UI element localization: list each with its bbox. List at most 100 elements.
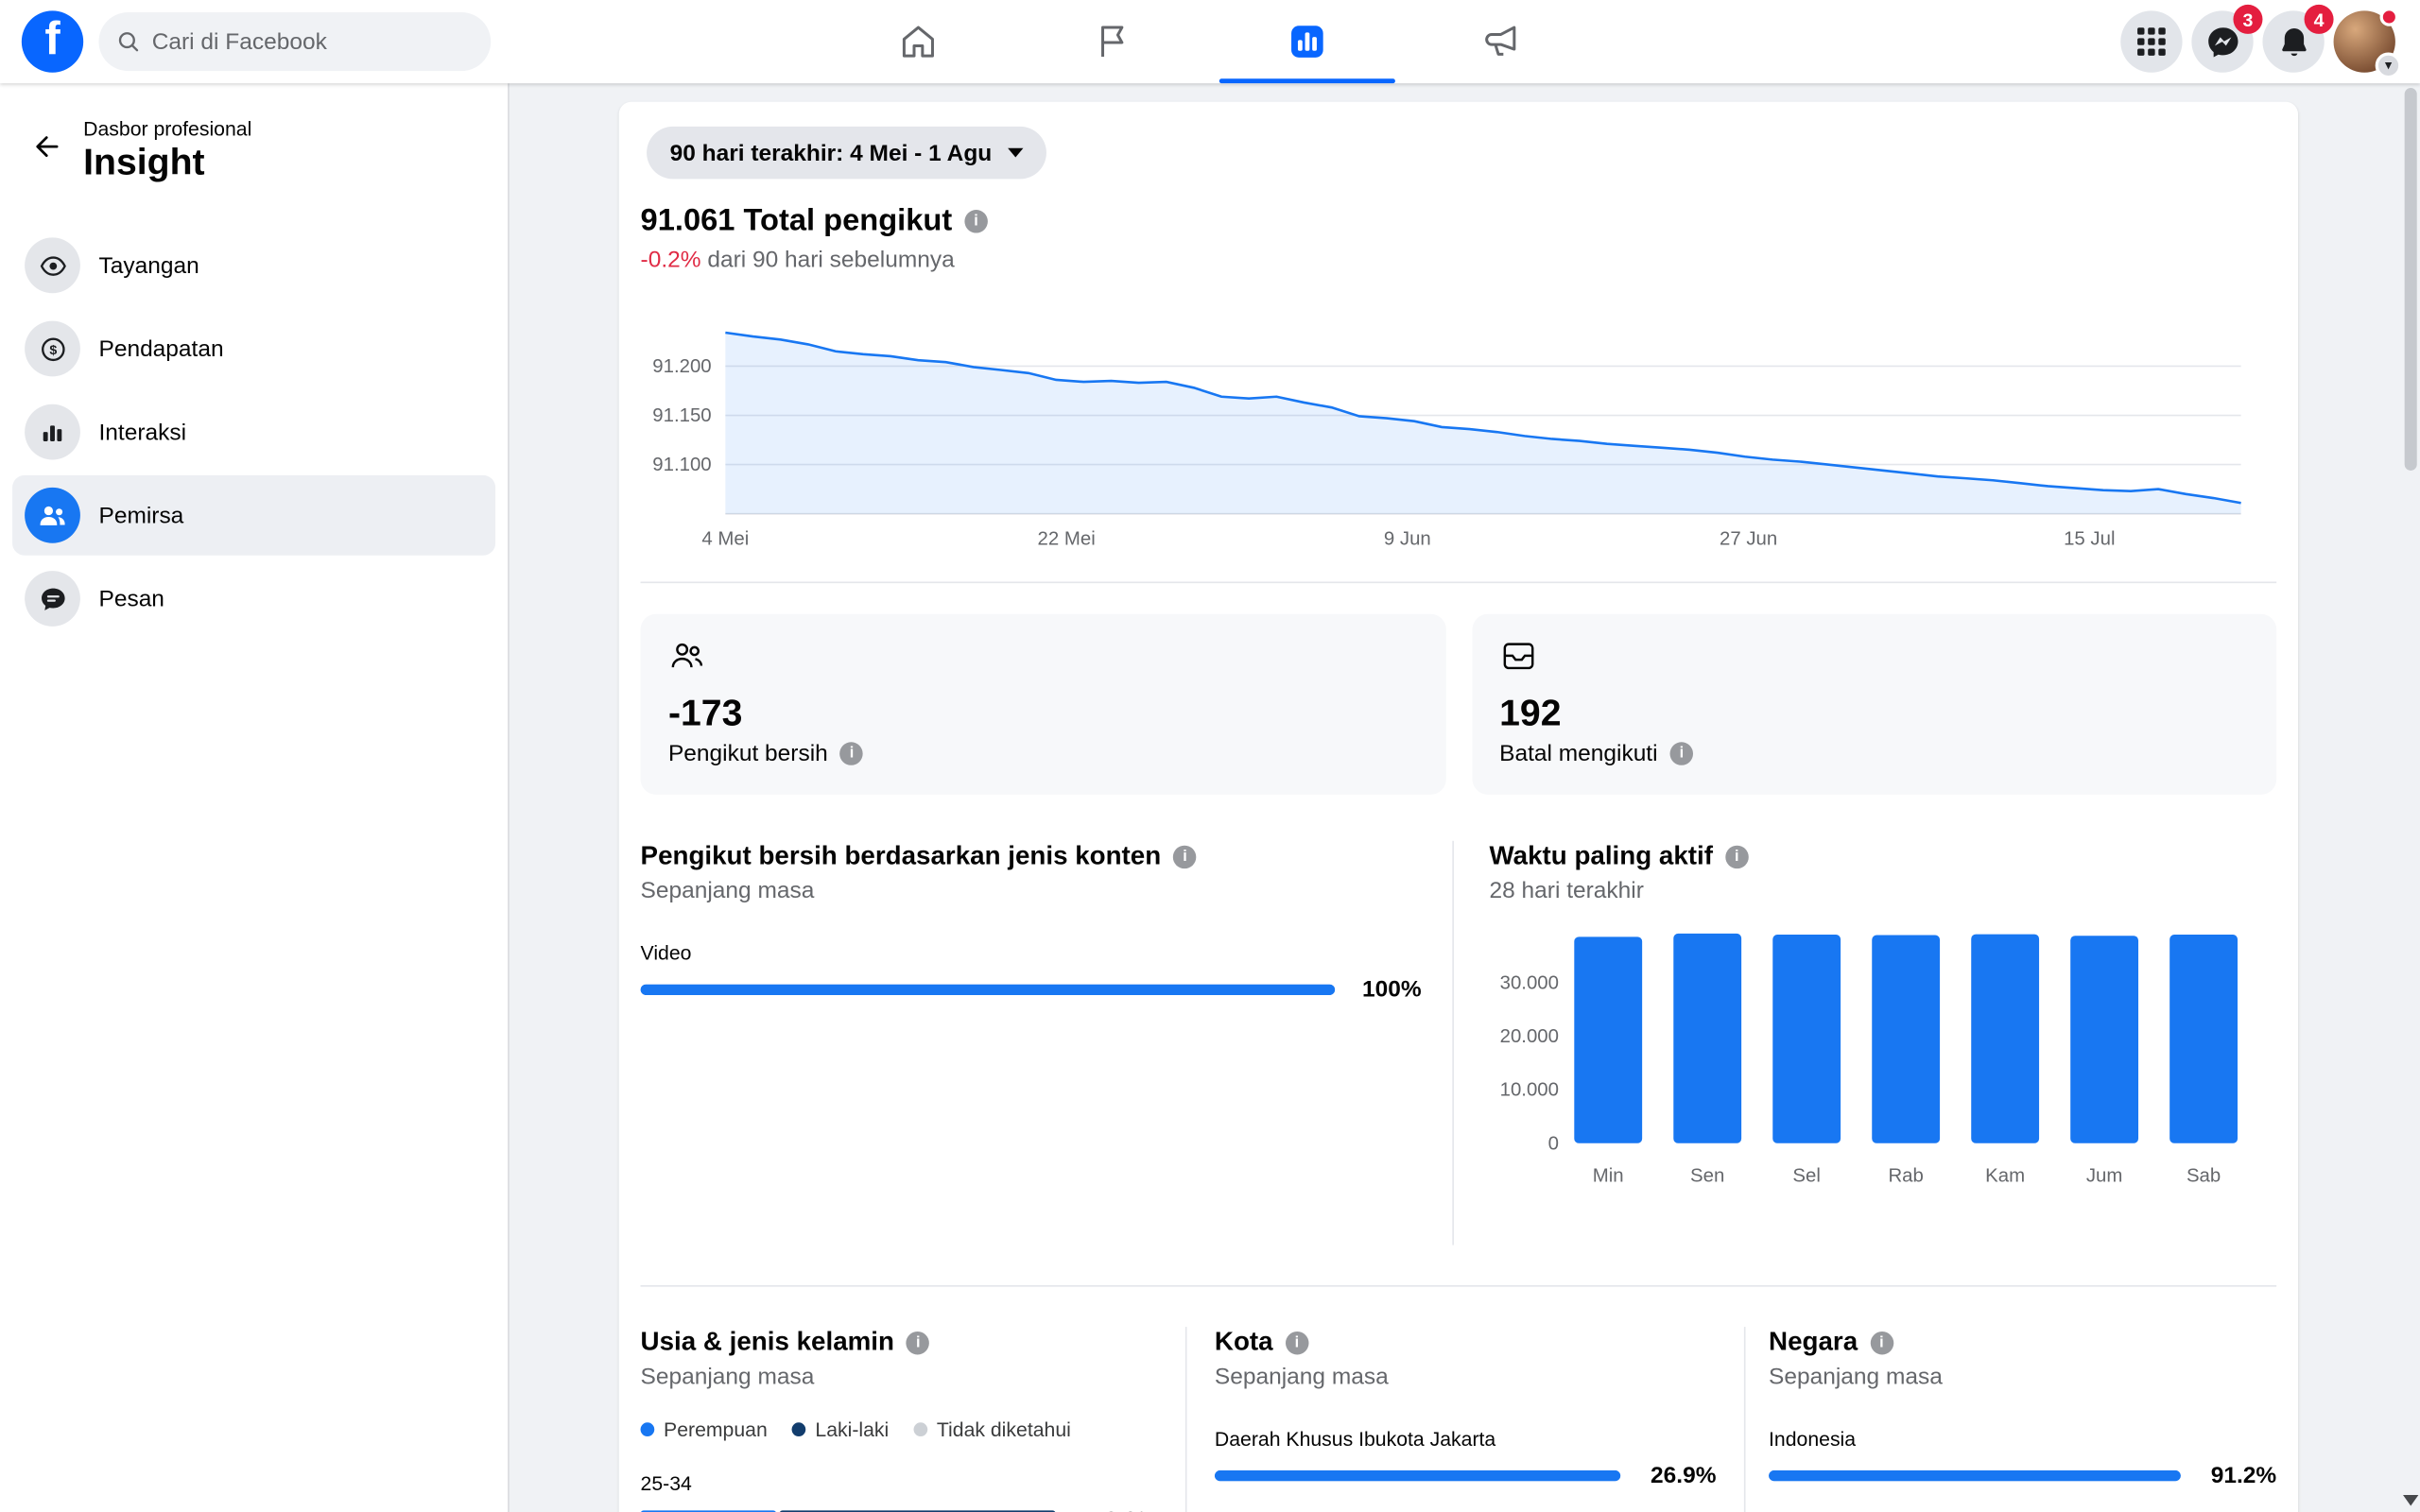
eye-icon: [25, 237, 80, 293]
megaphone-icon: [1481, 22, 1521, 61]
stat-cards: -173 Pengikut bersih i 192 Batal mengiku…: [641, 614, 2277, 795]
insights-card: 90 hari terakhir: 4 Mei - 1 Agu 91.061 T…: [619, 102, 2298, 1512]
tab-ads[interactable]: [1405, 0, 1599, 83]
hbar-fill: [641, 985, 1336, 995]
search-input[interactable]: [152, 28, 473, 55]
sidebar-item-label: Pemirsa: [98, 502, 183, 528]
followers-title-row: 91.061 Total pengikut i: [641, 204, 2277, 240]
sidebar-menu: Tayangan $ Pendapatan Interaksi Pemirsa: [12, 225, 495, 639]
delta-value: -0.2%: [641, 247, 701, 273]
caret-down-icon: [1008, 148, 1023, 158]
net-followers-card: -173 Pengikut bersih i: [641, 614, 1445, 795]
chevron-down-icon: ▾: [2376, 53, 2402, 79]
breadcrumb: Dasbor profesional: [83, 117, 251, 140]
bar-percent: 26.9%: [1636, 1463, 1717, 1489]
bar-row: Video 100%: [641, 941, 1422, 1003]
svg-text:Sen: Sen: [1690, 1166, 1724, 1187]
stat-value: 192: [1499, 693, 2249, 736]
date-range-filter[interactable]: 90 hari terakhir: 4 Mei - 1 Agu: [647, 127, 1046, 180]
legend-label: Tidak diketahui: [937, 1418, 1071, 1440]
section-title: Waktu paling aktif: [1490, 841, 1713, 872]
center-tabs: [821, 0, 1599, 83]
bar-row: Indonesia 91.2%: [1769, 1427, 2276, 1488]
messenger-icon: [2204, 24, 2240, 60]
search-box[interactable]: [98, 12, 491, 71]
sidebar-item-pesan[interactable]: Pesan: [12, 558, 495, 639]
info-icon[interactable]: i: [964, 210, 987, 232]
followers-delta: -0.2% dari 90 hari sebelumnya: [641, 247, 2277, 273]
active-time-section: Waktu paling aktif i 28 hari terakhir 01…: [1454, 841, 2276, 1246]
page-title: Insight: [83, 142, 251, 185]
bar-label: Daerah Khusus Ibukota Jakarta: [1215, 1427, 1717, 1450]
profile-avatar[interactable]: ▾: [2334, 10, 2395, 72]
batal-mengikuti-icon: [1499, 639, 1536, 673]
gender-legend: Perempuan Laki-laki Tidak diketahui: [641, 1418, 1158, 1440]
bar-label: Indonesia: [1769, 1427, 2276, 1450]
unfollows-card: 192 Batal mengikuti i: [1472, 614, 2276, 795]
section-title-row: Usia & jenis kelamin i: [641, 1327, 1158, 1358]
svg-text:30.000: 30.000: [1500, 973, 1559, 994]
info-icon[interactable]: i: [1725, 845, 1748, 868]
stat-label-row: Batal mengikuti i: [1499, 741, 2249, 767]
svg-text:$: $: [49, 342, 57, 357]
message-icon: [25, 571, 80, 627]
svg-text:27 Jun: 27 Jun: [1720, 528, 1777, 549]
scrollbar-down-arrow[interactable]: [2403, 1495, 2418, 1505]
facebook-logo[interactable]: f: [22, 10, 83, 72]
people-outline-icon: [668, 639, 705, 673]
sidebar-item-label: Pesan: [98, 586, 164, 612]
notifications-button[interactable]: 4: [2262, 10, 2324, 72]
info-icon[interactable]: i: [840, 742, 863, 765]
demographics-sections: Usia & jenis kelamin i Sepanjang masa Pe…: [641, 1285, 2277, 1512]
delta-suffix: dari 90 hari sebelumnya: [701, 247, 955, 273]
section-title-row: Waktu paling aktif i: [1490, 841, 2277, 872]
hbar-fill: [1769, 1470, 2181, 1481]
apps-menu-button[interactable]: [2120, 10, 2182, 72]
top-navigation-bar: f 3: [0, 0, 2420, 83]
stat-label-row: Pengikut bersih i: [668, 741, 1418, 767]
bar-percent: 91.2%: [2196, 1463, 2276, 1489]
section-title-row: Pengikut bersih berdasarkan jenis konten…: [641, 841, 1422, 872]
content-type-section: Pengikut bersih berdasarkan jenis konten…: [641, 841, 1454, 1246]
hbar-fill: [1215, 1470, 1620, 1481]
tab-pages[interactable]: [1015, 0, 1210, 83]
legend-dot-perempuan: [641, 1422, 655, 1436]
scrollbar-thumb[interactable]: [2405, 88, 2417, 471]
info-icon[interactable]: i: [907, 1331, 929, 1353]
sidebar-item-pemirsa[interactable]: Pemirsa: [12, 475, 495, 556]
profile-notification-dot: [2380, 8, 2399, 26]
bar-percent: 100%: [1351, 976, 1422, 1003]
info-icon[interactable]: i: [1870, 1331, 1893, 1353]
messenger-button[interactable]: 3: [2191, 10, 2253, 72]
vertical-scrollbar[interactable]: [2401, 0, 2420, 1512]
tab-insights[interactable]: [1210, 0, 1405, 83]
section-title: Negara: [1769, 1327, 1858, 1358]
bar-label: Video: [641, 941, 1422, 964]
section-title-row: Negara i: [1769, 1327, 2276, 1358]
city-section: Kota i Sepanjang masa Daerah Khusus Ibuk…: [1187, 1327, 1746, 1512]
sidebar-item-pendapatan[interactable]: $ Pendapatan: [12, 309, 495, 389]
bar-percent: 42.9%: [1071, 1507, 1157, 1512]
sidebar-header: Dasbor profesional Insight: [12, 112, 495, 185]
sidebar-item-tayangan[interactable]: Tayangan: [12, 225, 495, 305]
section-divider: [641, 582, 2277, 584]
info-icon[interactable]: i: [1286, 1331, 1308, 1353]
svg-text:10.000: 10.000: [1500, 1080, 1559, 1101]
back-button[interactable]: [25, 124, 71, 170]
svg-text:Jum: Jum: [2086, 1166, 2123, 1187]
section-subtitle: Sepanjang masa: [1769, 1364, 2276, 1390]
insights-sidebar: Dasbor profesional Insight Tayangan $ Pe…: [0, 83, 510, 1512]
dollar-icon: $: [25, 321, 80, 377]
bar-track: [1215, 1470, 1620, 1481]
info-icon[interactable]: i: [1173, 845, 1196, 868]
svg-text:91.200: 91.200: [652, 356, 711, 377]
sidebar-item-interaksi[interactable]: Interaksi: [12, 392, 495, 472]
tab-home[interactable]: [821, 0, 1016, 83]
facebook-logo-letter: f: [44, 13, 60, 66]
notifications-badge: 4: [2305, 5, 2334, 34]
people-icon: [25, 488, 80, 543]
svg-text:Rab: Rab: [1888, 1166, 1923, 1187]
svg-text:20.000: 20.000: [1500, 1026, 1559, 1047]
info-icon[interactable]: i: [1670, 742, 1693, 765]
date-range-label: 90 hari terakhir: 4 Mei - 1 Agu: [670, 140, 993, 166]
